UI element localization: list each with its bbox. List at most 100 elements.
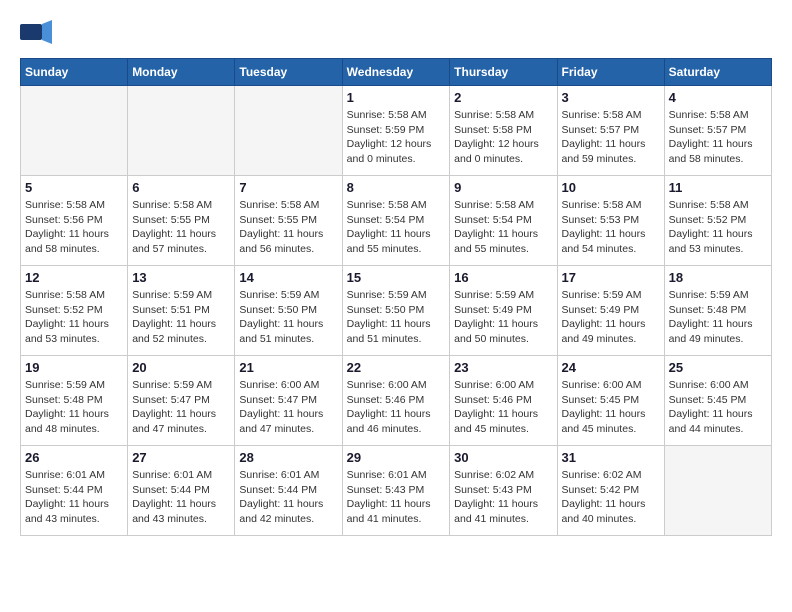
day-cell: 6Sunrise: 5:58 AM Sunset: 5:55 PM Daylig…	[128, 176, 235, 266]
day-number: 10	[562, 180, 660, 195]
day-cell: 23 Sunrise: 6:00 AM Sunset: 5:46 PM Dayli…	[450, 356, 557, 446]
day-info: Sunrise: 6:01 AM Sunset: 5:44 PM Dayligh…	[132, 468, 230, 527]
week-row-4: 19 Sunrise: 5:59 AM Sunset: 5:48 PM Dayli…	[21, 356, 772, 446]
day-cell: 14 Sunrise: 5:59 AM Sunset: 5:50 PM Dayli…	[235, 266, 342, 356]
day-info: Sunrise: 5:58 AM Sunset: 5:57 PM Dayligh…	[669, 108, 767, 167]
day-number: 31	[562, 450, 660, 465]
day-number: 3	[562, 90, 660, 105]
day-info: Sunrise: 5:59 AM Sunset: 5:48 PM Dayligh…	[669, 288, 767, 347]
day-cell: 30Sunrise: 6:02 AM Sunset: 5:43 PM Dayli…	[450, 446, 557, 536]
day-info: Sunrise: 5:58 AM Sunset: 5:55 PM Dayligh…	[239, 198, 337, 257]
day-cell: 27Sunrise: 6:01 AM Sunset: 5:44 PM Dayli…	[128, 446, 235, 536]
day-info: Sunrise: 5:58 AM Sunset: 5:54 PM Dayligh…	[454, 198, 552, 257]
header-thursday: Thursday	[450, 59, 557, 86]
day-cell: 22Sunrise: 6:00 AM Sunset: 5:46 PM Dayli…	[342, 356, 450, 446]
header-tuesday: Tuesday	[235, 59, 342, 86]
week-row-1: 1Sunrise: 5:58 AM Sunset: 5:59 PM Daylig…	[21, 86, 772, 176]
day-number: 2	[454, 90, 552, 105]
day-info: Sunrise: 5:58 AM Sunset: 5:57 PM Dayligh…	[562, 108, 660, 167]
calendar-header: SundayMondayTuesdayWednesdayThursdayFrid…	[21, 59, 772, 86]
day-cell: 15 Sunrise: 5:59 AM Sunset: 5:50 PM Dayli…	[342, 266, 450, 356]
day-number: 18	[669, 270, 767, 285]
logo-icon	[20, 20, 52, 48]
day-number: 8	[347, 180, 446, 195]
day-cell: 7 Sunrise: 5:58 AM Sunset: 5:55 PM Daylig…	[235, 176, 342, 266]
day-number: 14	[239, 270, 337, 285]
day-number: 7	[239, 180, 337, 195]
day-cell: 25 Sunrise: 6:00 AM Sunset: 5:45 PM Dayli…	[664, 356, 771, 446]
day-info: Sunrise: 6:00 AM Sunset: 5:47 PM Dayligh…	[239, 378, 337, 437]
day-cell: 19 Sunrise: 5:59 AM Sunset: 5:48 PM Dayli…	[21, 356, 128, 446]
header-wednesday: Wednesday	[342, 59, 450, 86]
day-number: 12	[25, 270, 123, 285]
day-number: 25	[669, 360, 767, 375]
week-row-5: 26 Sunrise: 6:01 AM Sunset: 5:44 PM Dayli…	[21, 446, 772, 536]
day-info: Sunrise: 5:58 AM Sunset: 5:53 PM Dayligh…	[562, 198, 660, 257]
day-cell: 8 Sunrise: 5:58 AM Sunset: 5:54 PM Daylig…	[342, 176, 450, 266]
day-info: Sunrise: 5:59 AM Sunset: 5:49 PM Dayligh…	[562, 288, 660, 347]
day-info: Sunrise: 5:59 AM Sunset: 5:50 PM Dayligh…	[239, 288, 337, 347]
day-number: 16	[454, 270, 552, 285]
day-cell: 5 Sunrise: 5:58 AM Sunset: 5:56 PM Daylig…	[21, 176, 128, 266]
header-saturday: Saturday	[664, 59, 771, 86]
day-info: Sunrise: 6:00 AM Sunset: 5:45 PM Dayligh…	[669, 378, 767, 437]
day-info: Sunrise: 6:01 AM Sunset: 5:44 PM Dayligh…	[25, 468, 123, 527]
day-cell: 9 Sunrise: 5:58 AM Sunset: 5:54 PM Daylig…	[450, 176, 557, 266]
day-info: Sunrise: 6:00 AM Sunset: 5:46 PM Dayligh…	[454, 378, 552, 437]
day-info: Sunrise: 6:00 AM Sunset: 5:46 PM Dayligh…	[347, 378, 446, 437]
day-cell: 3 Sunrise: 5:58 AM Sunset: 5:57 PM Daylig…	[557, 86, 664, 176]
day-cell: 10 Sunrise: 5:58 AM Sunset: 5:53 PM Dayli…	[557, 176, 664, 266]
day-number: 23	[454, 360, 552, 375]
day-cell	[128, 86, 235, 176]
page-header	[20, 20, 772, 48]
day-cell: 12 Sunrise: 5:58 AM Sunset: 5:52 PM Dayli…	[21, 266, 128, 356]
day-info: Sunrise: 5:59 AM Sunset: 5:49 PM Dayligh…	[454, 288, 552, 347]
day-info: Sunrise: 6:00 AM Sunset: 5:45 PM Dayligh…	[562, 378, 660, 437]
day-number: 29	[347, 450, 446, 465]
day-info: Sunrise: 6:01 AM Sunset: 5:44 PM Dayligh…	[239, 468, 337, 527]
header-sunday: Sunday	[21, 59, 128, 86]
day-number: 1	[347, 90, 446, 105]
day-info: Sunrise: 5:58 AM Sunset: 5:56 PM Dayligh…	[25, 198, 123, 257]
day-cell: 21 Sunrise: 6:00 AM Sunset: 5:47 PM Dayli…	[235, 356, 342, 446]
day-number: 15	[347, 270, 446, 285]
day-number: 11	[669, 180, 767, 195]
day-info: Sunrise: 5:58 AM Sunset: 5:52 PM Dayligh…	[669, 198, 767, 257]
day-cell: 11 Sunrise: 5:58 AM Sunset: 5:52 PM Dayli…	[664, 176, 771, 266]
day-info: Sunrise: 5:58 AM Sunset: 5:52 PM Dayligh…	[25, 288, 123, 347]
logo	[20, 20, 56, 48]
day-info: Sunrise: 5:58 AM Sunset: 5:54 PM Dayligh…	[347, 198, 446, 257]
day-number: 6	[132, 180, 230, 195]
day-cell: 24 Sunrise: 6:00 AM Sunset: 5:45 PM Dayli…	[557, 356, 664, 446]
day-cell: 16 Sunrise: 5:59 AM Sunset: 5:49 PM Dayli…	[450, 266, 557, 356]
day-number: 17	[562, 270, 660, 285]
day-cell	[235, 86, 342, 176]
day-cell: 1Sunrise: 5:58 AM Sunset: 5:59 PM Daylig…	[342, 86, 450, 176]
day-cell	[664, 446, 771, 536]
day-info: Sunrise: 6:02 AM Sunset: 5:43 PM Dayligh…	[454, 468, 552, 527]
day-cell: 28 Sunrise: 6:01 AM Sunset: 5:44 PM Dayli…	[235, 446, 342, 536]
day-number: 28	[239, 450, 337, 465]
day-number: 24	[562, 360, 660, 375]
day-number: 4	[669, 90, 767, 105]
header-friday: Friday	[557, 59, 664, 86]
day-number: 5	[25, 180, 123, 195]
header-row: SundayMondayTuesdayWednesdayThursdayFrid…	[21, 59, 772, 86]
day-cell: 31Sunrise: 6:02 AM Sunset: 5:42 PM Dayli…	[557, 446, 664, 536]
day-info: Sunrise: 5:59 AM Sunset: 5:50 PM Dayligh…	[347, 288, 446, 347]
day-info: Sunrise: 6:01 AM Sunset: 5:43 PM Dayligh…	[347, 468, 446, 527]
day-number: 19	[25, 360, 123, 375]
header-monday: Monday	[128, 59, 235, 86]
calendar-body: 1Sunrise: 5:58 AM Sunset: 5:59 PM Daylig…	[21, 86, 772, 536]
day-cell: 2Sunrise: 5:58 AM Sunset: 5:58 PM Daylig…	[450, 86, 557, 176]
week-row-3: 12 Sunrise: 5:58 AM Sunset: 5:52 PM Dayli…	[21, 266, 772, 356]
day-number: 26	[25, 450, 123, 465]
day-cell: 29 Sunrise: 6:01 AM Sunset: 5:43 PM Dayli…	[342, 446, 450, 536]
day-info: Sunrise: 5:59 AM Sunset: 5:48 PM Dayligh…	[25, 378, 123, 437]
calendar-table: SundayMondayTuesdayWednesdayThursdayFrid…	[20, 58, 772, 536]
day-number: 9	[454, 180, 552, 195]
week-row-2: 5 Sunrise: 5:58 AM Sunset: 5:56 PM Daylig…	[21, 176, 772, 266]
day-info: Sunrise: 5:59 AM Sunset: 5:47 PM Dayligh…	[132, 378, 230, 437]
day-cell: 26 Sunrise: 6:01 AM Sunset: 5:44 PM Dayli…	[21, 446, 128, 536]
day-number: 21	[239, 360, 337, 375]
